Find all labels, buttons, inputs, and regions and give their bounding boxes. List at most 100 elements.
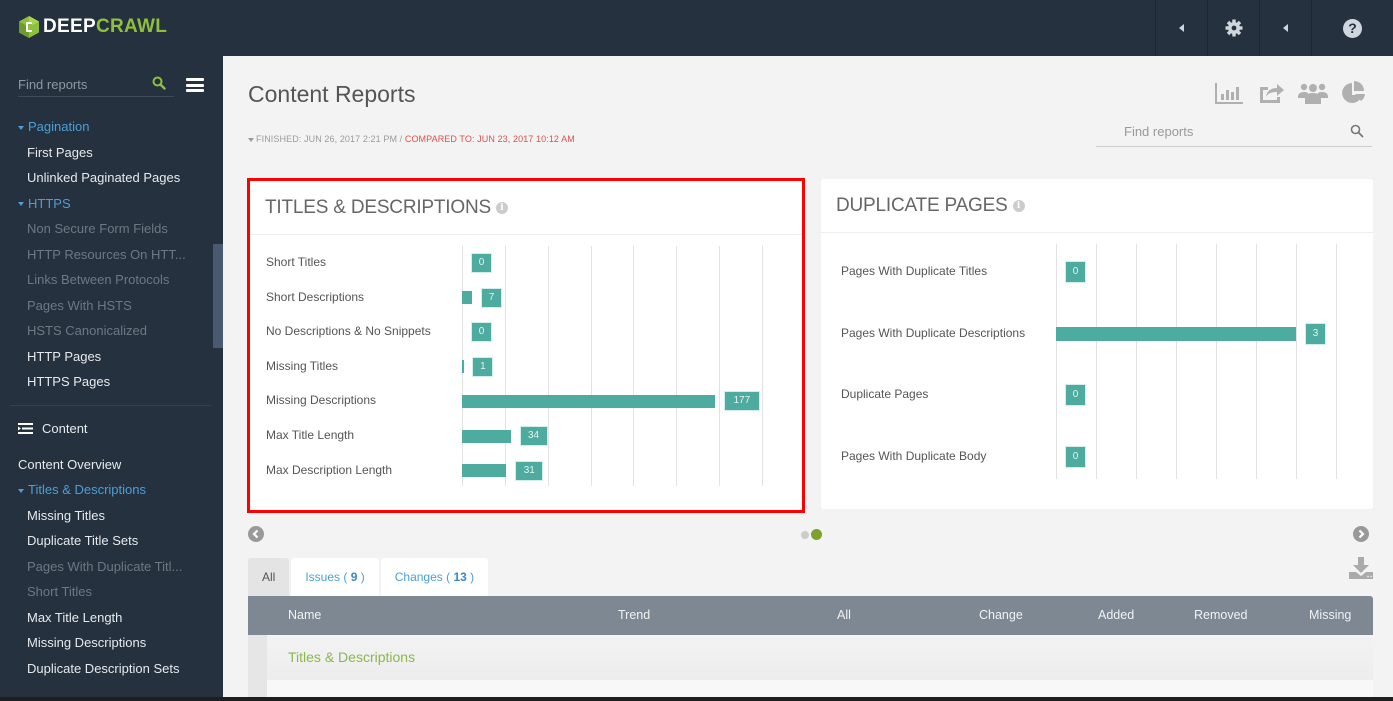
search-icon[interactable] — [1350, 124, 1364, 138]
crawl-info-toggle[interactable]: FINISHED: JUN 26, 2017 2:21 PM / COMPARE… — [248, 134, 575, 144]
sidebar-item[interactable]: Duplicate Description Sets — [0, 656, 223, 682]
sidebar-item[interactable]: Missing Descriptions — [0, 630, 223, 656]
logo-hexagon-icon — [19, 16, 39, 38]
sidebar-group[interactable]: Pagination — [0, 114, 223, 140]
sidebar-search-input[interactable] — [18, 74, 148, 94]
bar[interactable] — [462, 394, 715, 408]
share-icon[interactable] — [1257, 81, 1285, 105]
column-name[interactable]: Name — [288, 596, 321, 635]
sidebar-group[interactable]: HTTPS — [0, 191, 223, 217]
search-icon[interactable] — [152, 76, 166, 90]
menu-toggle-icon[interactable] — [186, 78, 204, 92]
gridline — [547, 246, 549, 486]
row-gutter — [248, 635, 267, 701]
category-label: Short Titles — [266, 255, 327, 269]
titles-descriptions-chart: Short Titles 0 Short Descriptions 7 No Descr… — [250, 236, 802, 506]
bar-value-label: 0 — [1065, 445, 1086, 468]
bar-value-label: 31 — [515, 460, 544, 481]
sidebar-item[interactable]: Max Title Length — [0, 605, 223, 631]
caret-down-icon — [18, 488, 24, 493]
bar[interactable] — [462, 291, 472, 305]
carousel-dot-1[interactable] — [801, 530, 809, 539]
column-trend[interactable]: Trend — [618, 596, 650, 635]
carousel-dot-2[interactable] — [811, 529, 822, 540]
main-search-input[interactable] — [1096, 120, 1336, 142]
sidebar-item[interactable]: HTTP Pages — [0, 344, 223, 370]
pie-chart-icon[interactable] — [1341, 80, 1367, 106]
category-label: Duplicate Pages — [841, 387, 929, 401]
logo-text-crawl: CRAWL — [95, 16, 168, 37]
info-icon[interactable]: i — [1012, 199, 1025, 212]
duplicate-pages-chart: Pages With Duplicate Titles 0 Pages With D… — [821, 234, 1373, 499]
sidebar-item[interactable]: Unlinked Paginated Pages — [0, 165, 223, 191]
sidebar-item[interactable]: Pages With Duplicate Titl... — [0, 554, 223, 580]
bar-chart-icon[interactable] — [1214, 81, 1244, 105]
bar-value-label: 0 — [471, 253, 492, 273]
carousel-next-icon[interactable] — [1353, 526, 1369, 542]
gridline — [1216, 244, 1217, 479]
content-list-icon — [18, 423, 33, 434]
info-icon[interactable]: i — [495, 201, 508, 214]
collapse-help-button[interactable] — [1259, 0, 1311, 56]
help-icon: ? — [1343, 18, 1362, 38]
gridline — [762, 246, 763, 486]
bar[interactable] — [1056, 326, 1296, 341]
gridline — [676, 246, 678, 486]
bar-value-label: 0 — [1065, 261, 1086, 283]
sidebar-group[interactable]: Titles & Descriptions — [0, 477, 223, 503]
sidebar-nav: Pagination First Pages Unlinked Paginated … — [0, 114, 223, 681]
tab-all[interactable]: All — [248, 558, 290, 596]
bar-value-label: 0 — [1065, 384, 1086, 406]
caret-down-icon — [18, 202, 24, 207]
sidebar-item-label: Short Titles — [27, 584, 93, 599]
sidebar-item[interactable]: First Pages — [0, 140, 223, 166]
carousel-prev-icon[interactable] — [248, 526, 264, 542]
tab-issues[interactable]: Issues ( 9 ) — [291, 558, 379, 596]
sidebar-item[interactable]: Non Secure Form Fields — [0, 216, 223, 242]
sidebar-item[interactable]: HSTS Canonicalized — [0, 318, 223, 344]
sidebar-item-label: Missing Descriptions — [27, 635, 147, 650]
sidebar-item[interactable]: Duplicate Title Sets — [0, 528, 223, 554]
sidebar-section-content[interactable]: Content — [0, 414, 223, 444]
tab-all-label: All — [262, 570, 276, 584]
sidebar-item[interactable]: Short Titles — [0, 579, 223, 605]
page-title: Content Reports — [248, 81, 416, 107]
sidebar-item[interactable]: Missing Titles — [0, 503, 223, 529]
gridline — [1056, 244, 1057, 479]
column-missing[interactable]: Missing — [1309, 596, 1351, 635]
sidebar-item[interactable]: Pages With HSTS — [0, 293, 223, 319]
bar[interactable] — [462, 464, 507, 478]
bar[interactable] — [462, 429, 511, 443]
category-label: Pages With Duplicate Titles — [841, 264, 988, 278]
column-removed[interactable]: Removed — [1194, 596, 1248, 635]
help-button[interactable]: ? — [1311, 0, 1393, 56]
column-change[interactable]: Change — [979, 596, 1023, 635]
settings-button[interactable] — [1207, 0, 1259, 56]
sidebar-item-label: Max Title Length — [27, 609, 123, 625]
column-added[interactable]: Added — [1098, 596, 1134, 635]
sidebar-item[interactable]: Links Between Protocols — [0, 267, 223, 293]
sidebar-scrollbar[interactable] — [213, 244, 223, 348]
deepcrawl-logo[interactable]: DEEP CRAWL — [18, 10, 167, 44]
category-label: Missing Descriptions — [266, 393, 377, 408]
carousel-dots — [801, 529, 822, 540]
caret-left-icon — [1179, 24, 1184, 32]
column-all[interactable]: All — [837, 596, 851, 635]
group-row-label: Titles & Descriptions — [288, 649, 416, 665]
tab-changes-label: Changes — [394, 570, 443, 584]
tab-issues-count: 9 — [350, 570, 358, 584]
sidebar-item[interactable]: HTTPS Pages — [0, 369, 223, 395]
gridline — [590, 246, 592, 486]
card-header: DUPLICATE PAGES i — [821, 179, 1373, 233]
download-icon[interactable] — [1348, 557, 1374, 581]
bar[interactable] — [462, 360, 464, 374]
users-icon[interactable] — [1298, 81, 1328, 105]
sidebar-item[interactable]: Content Overview — [0, 452, 223, 478]
tab-changes[interactable]: Changes ( 13 ) — [380, 558, 489, 596]
sidebar-item[interactable]: HTTP Resources On HTT... — [0, 242, 223, 268]
collapse-settings-button[interactable] — [1155, 0, 1207, 56]
table-group-row[interactable]: Titles & Descriptions — [267, 635, 1373, 680]
report-actions — [1214, 80, 1367, 106]
finished-date: FINISHED: JUN 26, 2017 2:21 PM / — [256, 134, 405, 144]
compared-date: COMPARED TO: JUN 23, 2017 10:12 AM — [404, 134, 575, 144]
